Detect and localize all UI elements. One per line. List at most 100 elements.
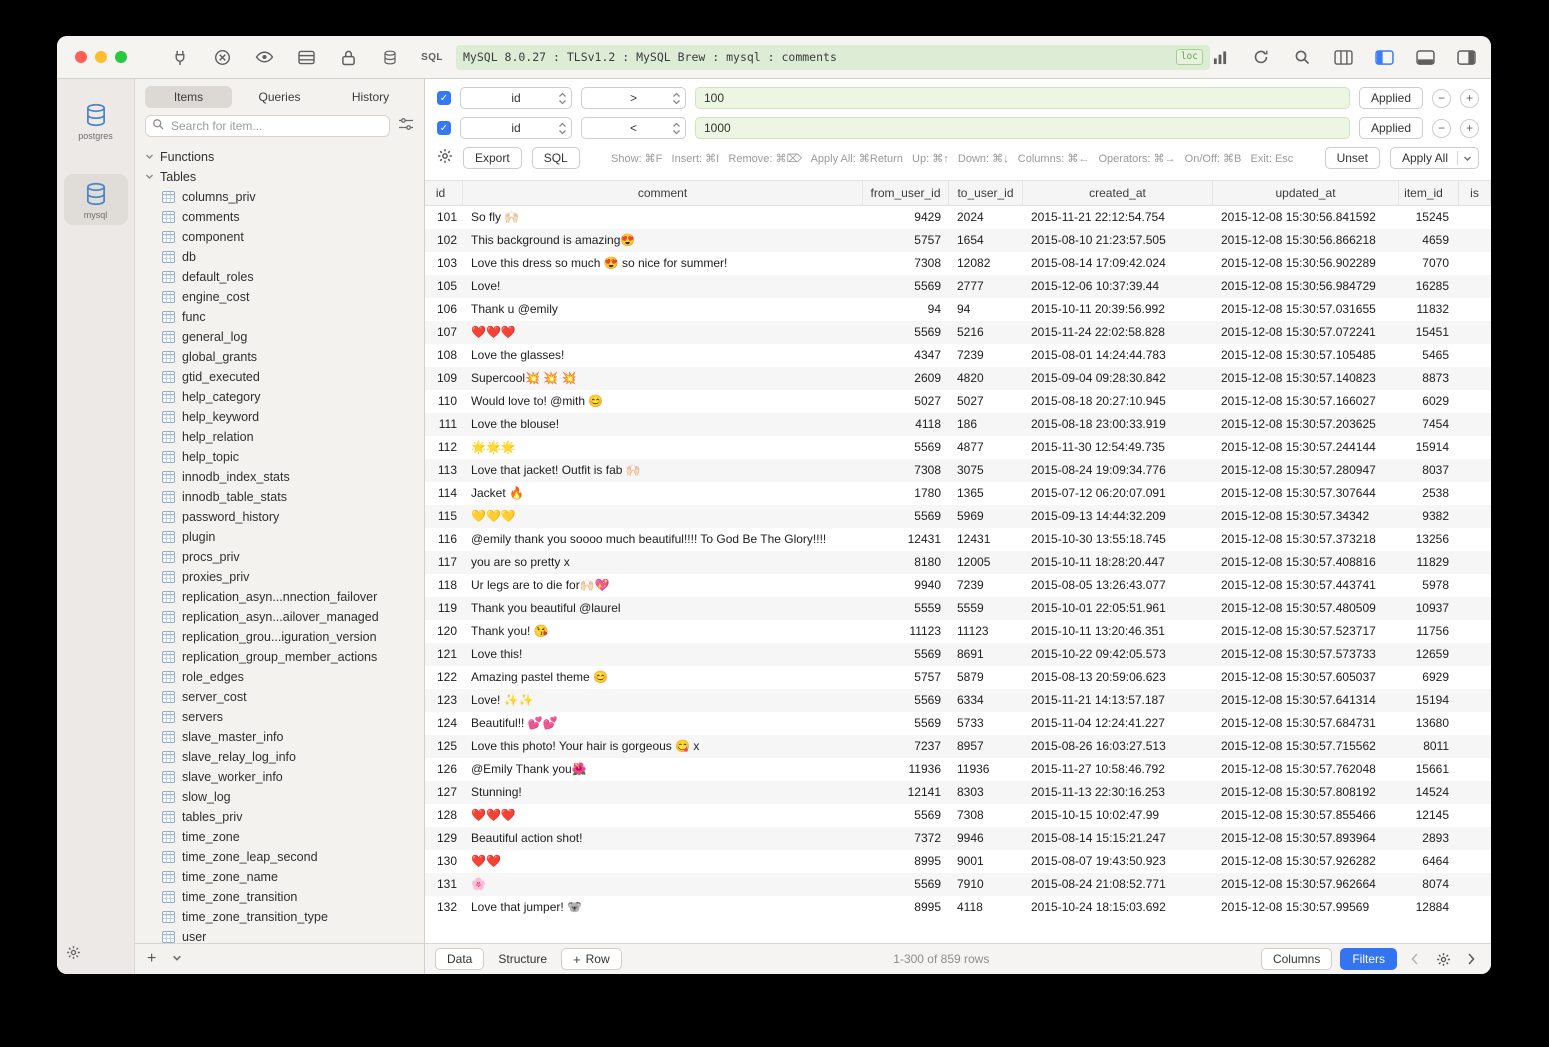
- filter-2-remove-button[interactable]: −: [1432, 119, 1451, 138]
- cell-id[interactable]: 123: [425, 689, 463, 712]
- filter-settings-gear-icon[interactable]: [437, 148, 453, 169]
- cell-comment[interactable]: Amazing pastel theme 😊: [463, 666, 863, 689]
- cell-created_at[interactable]: 2015-08-24 21:08:52.771: [1023, 873, 1213, 896]
- filter-1-add-button[interactable]: +: [1460, 89, 1479, 108]
- cell-to_user_id[interactable]: 5969: [949, 505, 1023, 528]
- cell-item_id[interactable]: 15194: [1399, 689, 1459, 712]
- eye-icon[interactable]: [254, 47, 274, 67]
- table-row[interactable]: 121Love this!556986912015-10-22 09:42:05…: [425, 643, 1491, 666]
- sidebar-table-item[interactable]: func: [135, 307, 424, 327]
- cell-from_user_id[interactable]: 7372: [863, 827, 949, 850]
- cell-comment[interactable]: So fly 🙌🏻: [463, 206, 863, 229]
- sidebar-table-item[interactable]: time_zone_name: [135, 867, 424, 887]
- cell-item_id[interactable]: 12659: [1399, 643, 1459, 666]
- cell-item_id[interactable]: 7454: [1399, 413, 1459, 436]
- cell-item_id[interactable]: 11756: [1399, 620, 1459, 643]
- cell-item_id[interactable]: 4659: [1399, 229, 1459, 252]
- cell-comment[interactable]: Love this photo! Your hair is gorgeous 😋…: [463, 735, 863, 758]
- table-row[interactable]: 101So fly 🙌🏻942920242015-11-21 22:12:54.…: [425, 206, 1491, 229]
- sql-editor-icon[interactable]: SQL: [422, 47, 442, 67]
- refresh-icon[interactable]: [1251, 47, 1271, 67]
- sidebar-table-item[interactable]: password_history: [135, 507, 424, 527]
- search-input[interactable]: [169, 118, 383, 134]
- cell-id[interactable]: 117: [425, 551, 463, 574]
- filter-1-applied-button[interactable]: Applied: [1359, 87, 1423, 109]
- cell-comment[interactable]: Thank u @emily: [463, 298, 863, 321]
- sidebar-table-item[interactable]: engine_cost: [135, 287, 424, 307]
- tab-data[interactable]: Data: [435, 948, 484, 970]
- table-row[interactable]: 106Thank u @emily94942015-10-11 20:39:56…: [425, 298, 1491, 321]
- cell-updated_at[interactable]: 2015-12-08 15:30:57.641314: [1213, 689, 1399, 712]
- cell-created_at[interactable]: 2015-08-14 15:15:21.247: [1023, 827, 1213, 850]
- cell-to_user_id[interactable]: 2777: [949, 275, 1023, 298]
- cell-item_id[interactable]: 8873: [1399, 367, 1459, 390]
- table-row[interactable]: 102This background is amazing😍5757165420…: [425, 229, 1491, 252]
- lock-icon[interactable]: [338, 47, 358, 67]
- section-functions[interactable]: Functions: [135, 147, 424, 167]
- sidebar-table-item[interactable]: slow_log: [135, 787, 424, 807]
- cell-updated_at[interactable]: 2015-12-08 15:30:57.573733: [1213, 643, 1399, 666]
- filter-1-checkbox[interactable]: ✓: [437, 91, 451, 105]
- cell-item_id[interactable]: 8011: [1399, 735, 1459, 758]
- cell-item_id[interactable]: 13256: [1399, 528, 1459, 551]
- add-item-dropdown-chevron-icon[interactable]: [172, 950, 182, 968]
- cell-item_id[interactable]: 12145: [1399, 804, 1459, 827]
- zoom-window-button[interactable]: [115, 51, 127, 63]
- rows-list-icon[interactable]: [296, 47, 316, 67]
- cell-from_user_id[interactable]: 5559: [863, 597, 949, 620]
- database-icon[interactable]: [380, 47, 400, 67]
- cell-to_user_id[interactable]: 9946: [949, 827, 1023, 850]
- cell-comment[interactable]: Love that jacket! Outfit is fab 🙌🏻: [463, 459, 863, 482]
- cell-comment[interactable]: ❤️❤️❤️: [463, 804, 863, 827]
- cell-comment[interactable]: 💛💛💛: [463, 505, 863, 528]
- cell-to_user_id[interactable]: 12431: [949, 528, 1023, 551]
- cell-from_user_id[interactable]: 2609: [863, 367, 949, 390]
- table-row[interactable]: 128❤️❤️❤️556973082015-10-15 10:02:47.992…: [425, 804, 1491, 827]
- cell-created_at[interactable]: 2015-08-14 17:09:42.024: [1023, 252, 1213, 275]
- cell-updated_at[interactable]: 2015-12-08 15:30:57.893964: [1213, 827, 1399, 850]
- cell-created_at[interactable]: 2015-08-01 14:24:44.783: [1023, 344, 1213, 367]
- filter-2-column-select[interactable]: id: [460, 117, 572, 139]
- cell-updated_at[interactable]: 2015-12-08 15:30:57.480509: [1213, 597, 1399, 620]
- cell-id[interactable]: 131: [425, 873, 463, 896]
- cell-from_user_id[interactable]: 5569: [863, 873, 949, 896]
- filter-2-value-input[interactable]: [695, 117, 1350, 139]
- cell-comment[interactable]: 🌸: [463, 873, 863, 896]
- cell-id[interactable]: 116: [425, 528, 463, 551]
- cell-item_id[interactable]: 11832: [1399, 298, 1459, 321]
- cell-updated_at[interactable]: 2015-12-08 15:30:57.105485: [1213, 344, 1399, 367]
- cell-comment[interactable]: Thank you! 😘: [463, 620, 863, 643]
- cell-to_user_id[interactable]: 12005: [949, 551, 1023, 574]
- cell-item_id[interactable]: 6029: [1399, 390, 1459, 413]
- cell-item_id[interactable]: 14524: [1399, 781, 1459, 804]
- sidebar-table-item[interactable]: time_zone_transition_type: [135, 907, 424, 927]
- cell-to_user_id[interactable]: 7308: [949, 804, 1023, 827]
- sql-button[interactable]: SQL: [532, 147, 580, 169]
- table-row[interactable]: 115💛💛💛556959692015-09-13 14:44:32.209201…: [425, 505, 1491, 528]
- table-row[interactable]: 123Love! ✨✨556963342015-11-21 14:13:57.1…: [425, 689, 1491, 712]
- cell-comment[interactable]: Beautiful action shot!: [463, 827, 863, 850]
- cell-id[interactable]: 119: [425, 597, 463, 620]
- grid-settings-gear-icon[interactable]: [1433, 949, 1453, 969]
- cell-item_id[interactable]: 8074: [1399, 873, 1459, 896]
- cell-updated_at[interactable]: 2015-12-08 15:30:57.280947: [1213, 459, 1399, 482]
- filter-1-operator-select[interactable]: >: [581, 87, 686, 109]
- cell-to_user_id[interactable]: 5559: [949, 597, 1023, 620]
- cell-from_user_id[interactable]: 8995: [863, 896, 949, 919]
- cell-id[interactable]: 113: [425, 459, 463, 482]
- cell-created_at[interactable]: 2015-08-13 20:59:06.623: [1023, 666, 1213, 689]
- cell-from_user_id[interactable]: 4347: [863, 344, 949, 367]
- cell-created_at[interactable]: 2015-10-11 18:28:20.447: [1023, 551, 1213, 574]
- cell-from_user_id[interactable]: 12141: [863, 781, 949, 804]
- sidebar-table-item[interactable]: server_cost: [135, 687, 424, 707]
- sidebar-table-item[interactable]: replication_group_member_actions: [135, 647, 424, 667]
- cell-item_id[interactable]: 16285: [1399, 275, 1459, 298]
- sidebar-table-item[interactable]: user: [135, 927, 424, 943]
- cell-updated_at[interactable]: 2015-12-08 15:30:57.443741: [1213, 574, 1399, 597]
- cell-comment[interactable]: Beautiful!! 💕💕: [463, 712, 863, 735]
- table-row[interactable]: 117you are so pretty x8180120052015-10-1…: [425, 551, 1491, 574]
- cell-comment[interactable]: Ur legs are to die for🙌🏻💖: [463, 574, 863, 597]
- table-row[interactable]: 129Beautiful action shot!737299462015-08…: [425, 827, 1491, 850]
- cell-to_user_id[interactable]: 5879: [949, 666, 1023, 689]
- cell-updated_at[interactable]: 2015-12-08 15:30:57.307644: [1213, 482, 1399, 505]
